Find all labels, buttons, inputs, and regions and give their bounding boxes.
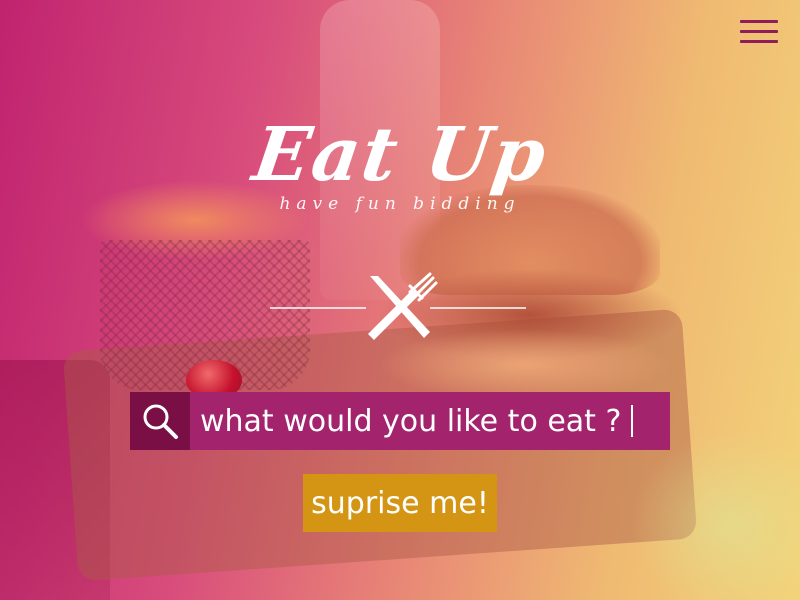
search-bar: what would you like to eat ? [130, 392, 670, 450]
surprise-me-button[interactable]: suprise me! [303, 474, 497, 532]
app-logo: Eat Up have fun bidding [0, 112, 800, 214]
text-caret [631, 405, 634, 437]
menu-bar-middle [740, 30, 778, 33]
search-icon [143, 404, 178, 439]
fork-tines [408, 272, 438, 302]
hamburger-menu-icon[interactable] [740, 18, 778, 46]
search-input[interactable]: what would you like to eat ? [190, 392, 670, 450]
logo-title: Eat Up [247, 112, 553, 198]
search-input-value: what would you like to eat ? [200, 403, 622, 439]
logo-tagline: have fun bidding [279, 194, 521, 214]
menu-bar-top [740, 20, 778, 23]
crossed-knife-fork-icon [270, 272, 526, 340]
menu-bar-bottom [740, 40, 778, 43]
search-button[interactable] [130, 392, 190, 450]
background-jar [630, 430, 800, 600]
